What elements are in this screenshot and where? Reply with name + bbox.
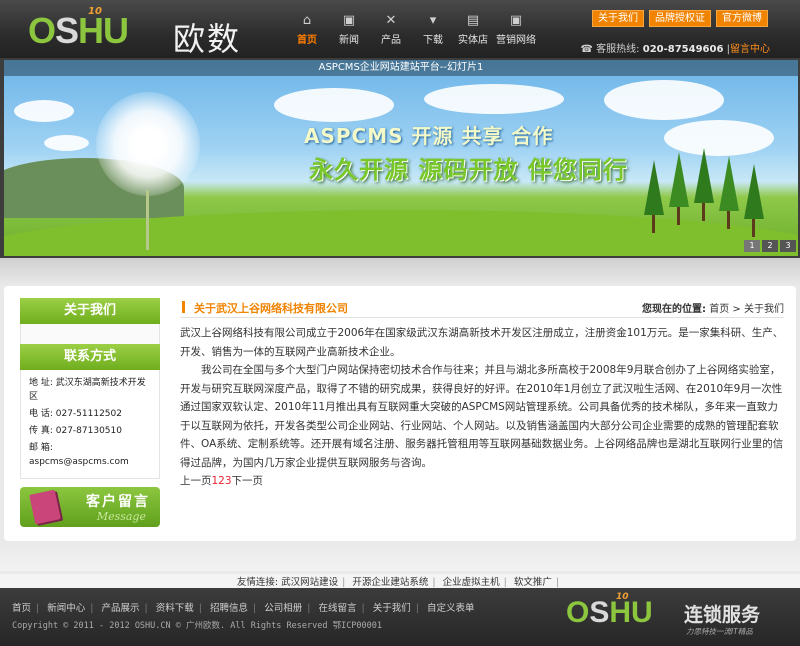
- footer-link-message[interactable]: 在线留言: [319, 603, 357, 614]
- hotline-label: 客服热线:: [596, 44, 640, 55]
- banner-slideshow: ASPCMS企业网站建站平台--幻灯片1 ASPCMS 开源 共享 合作 永久开…: [0, 58, 800, 258]
- friend-link-1[interactable]: 武汉网站建设: [281, 577, 338, 588]
- customer-message-button[interactable]: 客户留言 Message: [20, 487, 160, 527]
- footer-link-products[interactable]: 产品展示: [102, 603, 140, 614]
- footer-link-album[interactable]: 公司相册: [264, 603, 302, 614]
- book-icon: [29, 489, 61, 525]
- friend-link-4[interactable]: 软文推广: [514, 577, 552, 588]
- tools-icon: ✕: [385, 13, 397, 28]
- footer-link-downloads[interactable]: 资料下载: [156, 603, 194, 614]
- friend-links: 友情连接: 武汉网站建设 | 开源企业建站系统 | 企业虚拟主机 | 软文推广 |: [0, 574, 800, 588]
- footer-logo-chain-service: 连锁服务: [684, 604, 761, 626]
- contact-address: 地 址: 武汉东湖高新技术开发区: [29, 378, 146, 402]
- contact-fax: 传 真: 027-87130510: [29, 426, 122, 436]
- footer-logo-text: OSHU: [566, 596, 653, 629]
- banner-shadow: [0, 258, 800, 286]
- slide-pager: 1 2 3: [744, 240, 796, 252]
- top-links: 关于我们 品牌授权证 官方微博: [592, 10, 768, 27]
- contact-email: 邮 箱: aspcms@aspcms.com: [29, 443, 129, 467]
- logo-chinese-name: 欧数: [173, 20, 242, 58]
- network-icon: ▣: [509, 13, 523, 28]
- nav-item-home[interactable]: ⌂ 首页: [286, 12, 328, 52]
- article-paragraph-2: 我公司在全国与多个大型门户网站保持密切技术合作与往来；并且与湖北多所高校于200…: [180, 364, 784, 469]
- banner-slogan-1: ASPCMS 开源 共享 合作: [304, 124, 554, 148]
- nav-item-marketing[interactable]: ▣ 营销网络: [492, 12, 540, 52]
- download-icon: ▾: [429, 13, 437, 28]
- content-panel: 关于我们 联系方式 地 址: 武汉东湖高新技术开发区 电 话: 027-5111…: [4, 286, 796, 541]
- footer-link-jobs[interactable]: 招聘信息: [210, 603, 248, 614]
- banner-slogan-2: 永久开源 源码开放 伴您同行: [309, 156, 628, 184]
- toplink-about[interactable]: 关于我们: [592, 10, 644, 27]
- friend-link-3[interactable]: 企业虚拟主机: [443, 577, 500, 588]
- sidebar: 关于我们 联系方式 地 址: 武汉东湖高新技术开发区 电 话: 027-5111…: [20, 298, 160, 527]
- sidebar-about-heading[interactable]: 关于我们: [20, 298, 160, 324]
- contact-phone: 电 话: 027-51112502: [29, 409, 122, 419]
- toplink-brand-cert[interactable]: 品牌授权证: [649, 10, 711, 27]
- title-marker: [182, 301, 185, 313]
- friend-links-label: 友情连接:: [236, 577, 279, 588]
- article-header: 关于武汉上谷网络科技有限公司 您现在的位置: 首页 > 关于我们: [180, 298, 784, 318]
- toplink-weibo[interactable]: 官方微博: [716, 10, 768, 27]
- article-paragraph-1: 武汉上谷网络科技有限公司成立于2006年在国家级武汉东湖高新技术开发区注册成立，…: [180, 327, 784, 358]
- next-page-link[interactable]: 下一页: [232, 475, 264, 487]
- slide-page-3[interactable]: 3: [780, 240, 796, 252]
- footer-link-news[interactable]: 新闻中心: [47, 603, 85, 614]
- main-article: 关于武汉上谷网络科技有限公司 您现在的位置: 首页 > 关于我们 武汉上谷网络科…: [180, 298, 784, 490]
- chat-icon: ▣: [342, 13, 356, 28]
- site-header: OSHU 10 欧数 ⌂ 首页 ▣ 新闻 ✕ 产品 ▾ 下载 ▤ 实体店 ▣ 营…: [0, 0, 800, 58]
- copyright: Copyright © 2011 - 2012 OSHU.CN © 广州欧数. …: [12, 621, 383, 631]
- breadcrumb-sep: >: [732, 304, 741, 315]
- customer-message-subtitle: Message: [96, 510, 146, 523]
- home-icon: ⌂: [302, 13, 312, 28]
- prev-page-link[interactable]: 上一页: [180, 475, 212, 487]
- dandelion-graphic: [96, 92, 200, 196]
- breadcrumb-label: 您现在的位置:: [642, 304, 707, 315]
- friend-link-2[interactable]: 开源企业建站系统: [352, 577, 428, 588]
- breadcrumb-current[interactable]: 关于我们: [744, 304, 784, 315]
- phone-icon: ☎: [580, 44, 593, 55]
- footer-logo-ten: 10: [616, 592, 629, 602]
- breadcrumb-home[interactable]: 首页: [709, 304, 729, 315]
- site-footer: 首页 | 新闻中心 | 产品展示 | 资料下载 | 招聘信息 | 公司相册 | 在线留言 | …: [0, 588, 800, 646]
- article-body: 武汉上谷网络科技有限公司成立于2006年在国家级武汉东湖高新技术开发区注册成立，…: [180, 318, 784, 490]
- sidebar-contact-heading: 联系方式: [20, 344, 160, 370]
- sidebar-about-body: [20, 324, 160, 344]
- banner-image[interactable]: ASPCMS企业网站建站平台--幻灯片1 ASPCMS 开源 共享 合作 永久开…: [4, 60, 798, 256]
- hotline: ☎ 客服热线: 020-87549606 |留言中心: [581, 40, 770, 55]
- hotline-number: 020-87549606: [642, 44, 724, 55]
- nav-item-store[interactable]: ▤ 实体店: [454, 12, 492, 52]
- nav-item-download[interactable]: ▾ 下载: [412, 12, 454, 52]
- slide-page-1[interactable]: 1: [744, 240, 760, 252]
- slide-page-2[interactable]: 2: [762, 240, 778, 252]
- content-shadow: [0, 541, 800, 571]
- footer-link-home[interactable]: 首页: [12, 603, 31, 614]
- message-center-link[interactable]: 留言中心: [730, 44, 770, 55]
- banner-caption: ASPCMS企业网站建站平台--幻灯片1: [4, 60, 798, 76]
- footer-nav: 首页 | 新闻中心 | 产品展示 | 资料下载 | 招聘信息 | 公司相册 | 在线留言 | …: [12, 603, 475, 614]
- main-nav: ⌂ 首页 ▣ 新闻 ✕ 产品 ▾ 下载 ▤ 实体店 ▣ 营销网络: [286, 12, 540, 52]
- site-logo[interactable]: OSHU 10 欧数: [28, 6, 258, 58]
- article-title: 关于武汉上谷网络科技有限公司: [194, 302, 348, 315]
- footer-logo: OSHU 10 连锁服务 力思特技一流IT精品: [566, 592, 786, 642]
- footer-link-about[interactable]: 关于我们: [373, 603, 411, 614]
- logo-text: OSHU: [28, 10, 129, 51]
- store-icon: ▤: [466, 13, 480, 28]
- customer-message-title: 客户留言: [86, 494, 150, 510]
- nav-item-products[interactable]: ✕ 产品: [370, 12, 412, 52]
- pagination: 上一页123下一页: [180, 472, 784, 490]
- breadcrumb: 您现在的位置: 首页 > 关于我们: [642, 300, 784, 315]
- page-numbers[interactable]: 123: [212, 475, 232, 487]
- logo-ten: 10: [88, 6, 102, 17]
- footer-logo-tagline: 力思特技一流IT精品: [686, 627, 753, 636]
- nav-item-news[interactable]: ▣ 新闻: [328, 12, 370, 52]
- footer-link-form[interactable]: 自定义表单: [427, 603, 475, 614]
- contact-info: 地 址: 武汉东湖高新技术开发区 电 话: 027-51112502 传 真: …: [20, 370, 160, 479]
